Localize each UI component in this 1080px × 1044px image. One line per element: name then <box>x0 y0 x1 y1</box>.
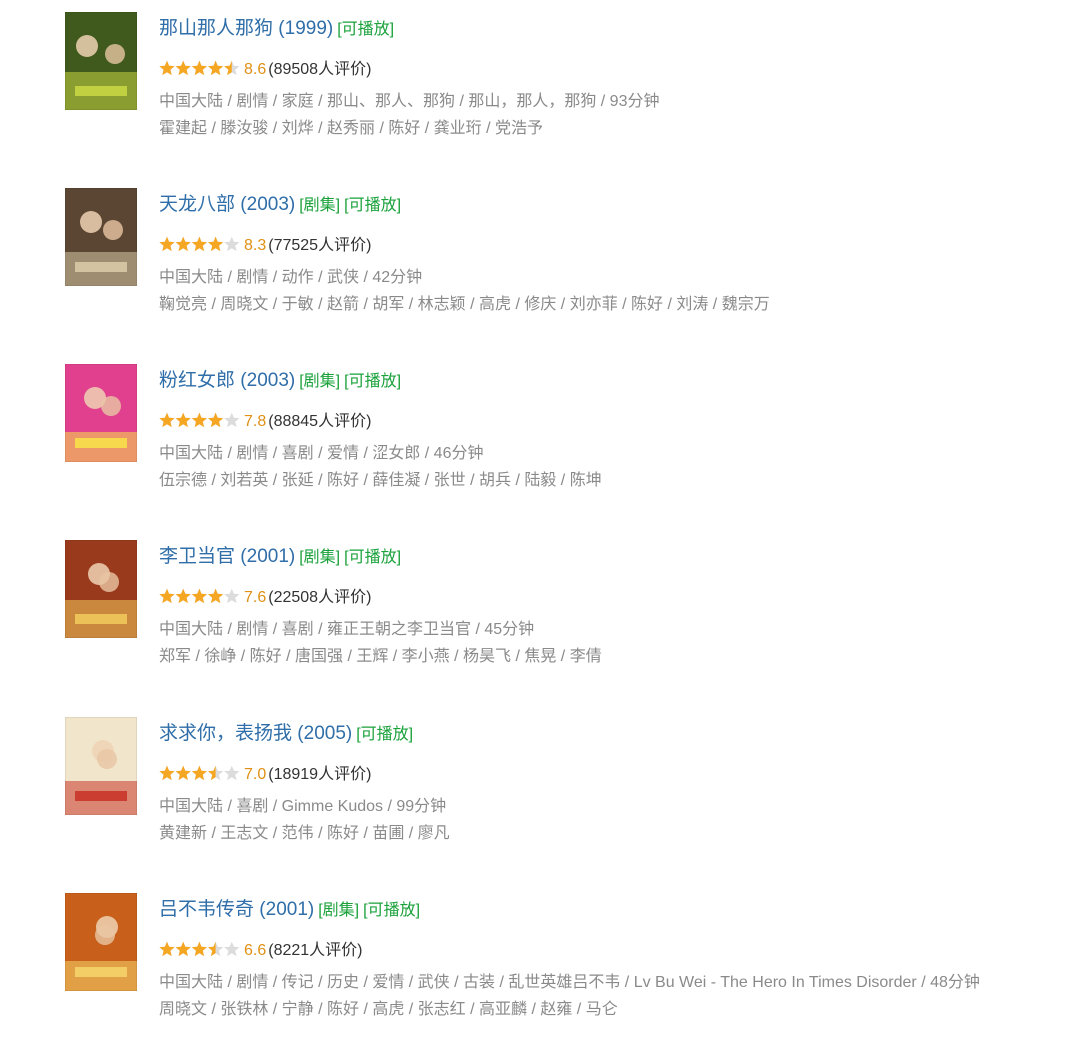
movie-title-link[interactable]: 求求你，表扬我 <box>159 723 292 744</box>
movie-year: (2001) <box>240 546 296 567</box>
movie-poster-image[interactable] <box>65 364 137 462</box>
movie-poster-image[interactable] <box>65 188 137 286</box>
star-rating-icon <box>159 765 241 781</box>
movie-score: 8.6 <box>244 61 267 78</box>
movie-vote-count: (8221人评价) <box>268 942 363 959</box>
movie-meta-info: 中国大陆 / 剧情 / 喜剧 / 雍正王朝之李卫当官 / 45分钟 <box>159 621 535 638</box>
movie-vote-count: (77525人评价) <box>268 237 372 254</box>
star-rating-icon <box>159 412 241 428</box>
movie-score: 8.3 <box>244 237 267 254</box>
movie-title-row: 粉红女郎 (2003) [剧集] [可播放] <box>159 368 401 395</box>
movie-item: 粉红女郎 (2003) [剧集] [可播放] 7.8 (88845人评价) 中国大陆 / … <box>0 364 1080 514</box>
movie-cast-list: 霍建起 / 滕汝骏 / 刘烨 / 赵秀丽 / 陈好 / 龚业珩 / 党浩予 <box>159 120 544 137</box>
series-tag[interactable]: [剧集] <box>299 197 340 214</box>
movie-item: 求求你，表扬我 (2005) [可播放] 7.0 (18919人评价) 中国大陆 / 喜… <box>0 717 1080 867</box>
movie-title-link[interactable]: 天龙八部 <box>159 194 235 215</box>
movie-vote-count: (18919人评价) <box>268 766 372 783</box>
series-tag[interactable]: [剧集] <box>318 902 359 919</box>
movie-rating-row: 6.6 (8221人评价) <box>159 940 363 962</box>
movie-year: (2005) <box>297 723 353 744</box>
movie-title-row: 天龙八部 (2003) [剧集] [可播放] <box>159 192 401 219</box>
movie-title-link[interactable]: 李卫当官 <box>159 546 235 567</box>
movie-title-link[interactable]: 那山那人那狗 <box>159 18 273 39</box>
movie-cast-list: 黄建新 / 王志文 / 范伟 / 陈好 / 苗圃 / 廖凡 <box>159 825 450 842</box>
movie-score: 7.6 <box>244 589 267 606</box>
star-rating-icon <box>159 60 241 76</box>
playable-tag[interactable]: [可播放] <box>337 21 394 38</box>
movie-cast-list: 周晓文 / 张铁林 / 宁静 / 陈好 / 高虎 / 张志红 / 高亚麟 / 赵… <box>159 1001 618 1018</box>
movie-meta-info: 中国大陆 / 喜剧 / Gimme Kudos / 99分钟 <box>159 798 447 815</box>
playable-tag[interactable]: [可播放] <box>344 549 401 566</box>
movie-vote-count: (22508人评价) <box>268 589 372 606</box>
movie-score: 7.0 <box>244 766 267 783</box>
movie-item: 天龙八部 (2003) [剧集] [可播放] 8.3 (77525人评价) 中国大陆 / … <box>0 188 1080 338</box>
movie-title-row: 吕不韦传奇 (2001) [剧集] [可播放] <box>159 897 420 924</box>
series-tag[interactable]: [剧集] <box>299 549 340 566</box>
movie-year: (1999) <box>278 18 334 39</box>
playable-tag[interactable]: [可播放] <box>363 902 420 919</box>
movie-title-link[interactable]: 粉红女郎 <box>159 370 235 391</box>
movie-score: 6.6 <box>244 942 267 959</box>
movie-year: (2003) <box>240 370 296 391</box>
movie-item: 那山那人那狗 (1999) [可播放] 8.6 (89508人评价) 中国大陆 / 剧情… <box>0 12 1080 162</box>
movie-item: 李卫当官 (2001) [剧集] [可播放] 7.6 (22508人评价) 中国大陆 / … <box>0 540 1080 690</box>
movie-cast-list: 郑军 / 徐峥 / 陈好 / 唐国强 / 王辉 / 李小燕 / 杨昊飞 / 焦晃… <box>159 648 602 665</box>
movie-poster-image[interactable] <box>65 540 137 638</box>
movie-vote-count: (89508人评价) <box>268 61 372 78</box>
playable-tag[interactable]: [可播放] <box>356 726 413 743</box>
movie-title-row: 求求你，表扬我 (2005) [可播放] <box>159 721 413 748</box>
movie-item: 吕不韦传奇 (2001) [剧集] [可播放] 6.6 (8221人评价) 中国大陆 / … <box>0 893 1080 1043</box>
star-rating-icon <box>159 236 241 252</box>
movie-cast-list: 伍宗德 / 刘若英 / 张延 / 陈好 / 薛佳凝 / 张世 / 胡兵 / 陆毅… <box>159 472 602 489</box>
movie-meta-info: 中国大陆 / 剧情 / 动作 / 武侠 / 42分钟 <box>159 269 423 286</box>
movie-meta-info: 中国大陆 / 剧情 / 传记 / 历史 / 爱情 / 武侠 / 古装 / 乱世英… <box>159 974 980 991</box>
movie-poster-image[interactable] <box>65 893 137 991</box>
movie-meta-info: 中国大陆 / 剧情 / 喜剧 / 爱情 / 涩女郎 / 46分钟 <box>159 445 484 462</box>
star-rating-icon <box>159 588 241 604</box>
movie-score: 7.8 <box>244 413 267 430</box>
movie-title-row: 李卫当官 (2001) [剧集] [可播放] <box>159 544 401 571</box>
movie-title-link[interactable]: 吕不韦传奇 <box>159 899 254 920</box>
movie-rating-row: 7.0 (18919人评价) <box>159 764 371 786</box>
movie-rating-row: 8.3 (77525人评价) <box>159 235 371 257</box>
movie-year: (2001) <box>259 899 315 920</box>
movie-poster-image[interactable] <box>65 717 137 815</box>
playable-tag[interactable]: [可播放] <box>344 373 401 390</box>
movie-title-row: 那山那人那狗 (1999) [可播放] <box>159 16 394 43</box>
series-tag[interactable]: [剧集] <box>299 373 340 390</box>
playable-tag[interactable]: [可播放] <box>344 197 401 214</box>
star-rating-icon <box>159 941 241 957</box>
movie-year: (2003) <box>240 194 296 215</box>
movie-rating-row: 7.6 (22508人评价) <box>159 587 371 609</box>
movie-rating-row: 8.6 (89508人评价) <box>159 59 371 81</box>
movie-rating-row: 7.8 (88845人评价) <box>159 411 371 433</box>
movie-vote-count: (88845人评价) <box>268 413 372 430</box>
movie-poster-image[interactable] <box>65 12 137 110</box>
movie-meta-info: 中国大陆 / 剧情 / 家庭 / 那山、那人、那狗 / 那山，那人，那狗 / 9… <box>159 93 660 110</box>
movie-cast-list: 鞠觉亮 / 周晓文 / 于敏 / 赵箭 / 胡军 / 林志颖 / 高虎 / 修庆… <box>159 296 770 313</box>
